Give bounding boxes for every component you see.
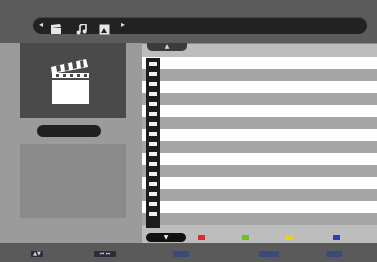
red-key[interactable] bbox=[198, 235, 205, 240]
list-row[interactable] bbox=[142, 189, 377, 201]
blue-key[interactable] bbox=[333, 235, 340, 240]
list-row[interactable] bbox=[142, 117, 377, 129]
action-key-3[interactable] bbox=[326, 251, 342, 257]
top-panel: ◂ ▸ bbox=[0, 0, 377, 44]
clapperboard-icon bbox=[51, 59, 89, 104]
clapperboard-icon[interactable] bbox=[50, 20, 62, 39]
list-row[interactable] bbox=[142, 69, 377, 81]
nav-right-arrow-icon[interactable]: ▸ bbox=[121, 20, 125, 30]
action-key-1[interactable] bbox=[173, 251, 189, 257]
media-browser: ◂ ▸ ▲ ▼ ▲▼ ⏮ ⏭ bbox=[0, 0, 377, 262]
nav-left-arrow-icon[interactable]: ◂ bbox=[39, 20, 43, 30]
photo-icon[interactable] bbox=[99, 20, 110, 39]
info-panel bbox=[20, 144, 126, 218]
preview-thumbnail bbox=[20, 43, 126, 118]
skip-key[interactable]: ⏮ ⏭ bbox=[94, 251, 116, 257]
list-row[interactable] bbox=[142, 93, 377, 105]
music-note-icon[interactable] bbox=[76, 20, 87, 39]
green-key[interactable] bbox=[242, 235, 249, 240]
list-row[interactable] bbox=[142, 105, 377, 117]
list-row[interactable] bbox=[142, 213, 377, 225]
film-strip-decoration bbox=[146, 58, 160, 228]
scroll-up-button[interactable]: ▲ bbox=[147, 43, 187, 51]
category-nav-bar[interactable]: ◂ ▸ bbox=[33, 17, 367, 35]
list-row[interactable] bbox=[142, 153, 377, 165]
list-row[interactable] bbox=[142, 81, 377, 93]
list-row[interactable] bbox=[142, 201, 377, 213]
title-pill[interactable] bbox=[37, 125, 101, 137]
updown-key[interactable]: ▲▼ bbox=[31, 251, 43, 257]
file-list bbox=[142, 57, 377, 230]
list-row[interactable] bbox=[142, 165, 377, 177]
list-row[interactable] bbox=[142, 57, 377, 69]
list-row[interactable] bbox=[142, 129, 377, 141]
yellow-key[interactable] bbox=[286, 235, 293, 240]
list-row[interactable] bbox=[142, 141, 377, 153]
list-row[interactable] bbox=[142, 177, 377, 189]
scroll-down-button[interactable]: ▼ bbox=[146, 233, 186, 242]
action-key-2[interactable] bbox=[259, 251, 279, 257]
